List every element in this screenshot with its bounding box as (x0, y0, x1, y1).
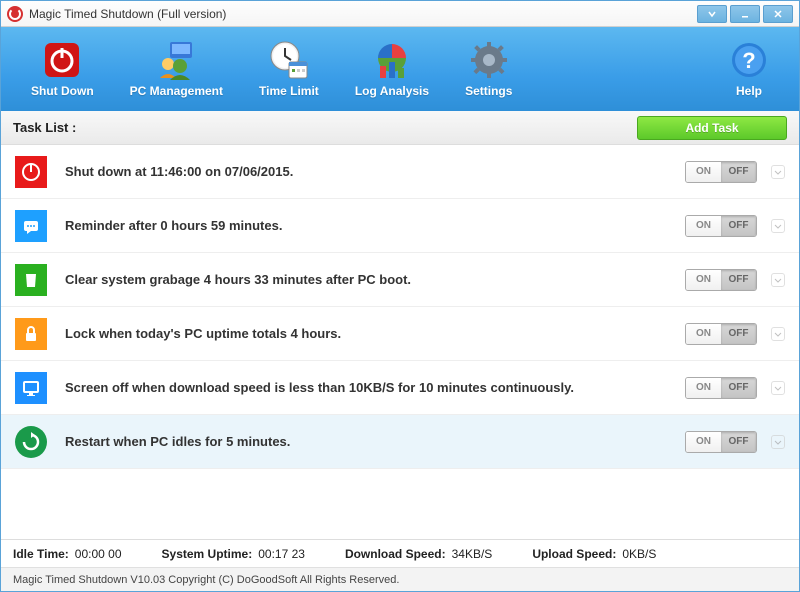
toolbar-pc-management[interactable]: PC Management (112, 36, 241, 102)
window-title: Magic Timed Shutdown (Full version) (29, 7, 226, 21)
toggle-off: OFF (721, 378, 756, 398)
toolbar-help[interactable]: ? Help (711, 36, 787, 102)
help-icon: ? (729, 40, 769, 80)
copyright-text: Magic Timed Shutdown V10.03 Copyright (C… (13, 574, 399, 586)
toolbar-label: Log Analysis (355, 84, 429, 98)
task-icon-shutdown (15, 156, 47, 188)
task-description: Clear system grabage 4 hours 33 minutes … (65, 272, 685, 287)
task-row[interactable]: Restart when PC idles for 5 minutes. ONO… (1, 415, 799, 469)
toolbar-log-analysis[interactable]: Log Analysis (337, 36, 447, 102)
upload-speed-value: 0KB/S (622, 547, 656, 561)
task-description: Shut down at 11:46:00 on 07/06/2015. (65, 164, 685, 179)
task-description: Reminder after 0 hours 59 minutes. (65, 218, 685, 233)
expand-icon[interactable] (771, 165, 785, 179)
status-bar: Idle Time: 00:00 00 System Uptime: 00:17… (1, 539, 799, 567)
toolbar-time-limit[interactable]: Time Limit (241, 36, 337, 102)
task-toggle[interactable]: ONOFF (685, 323, 757, 345)
task-list: Shut down at 11:46:00 on 07/06/2015. ONO… (1, 145, 799, 469)
toolbar-label: Help (736, 84, 762, 98)
users-icon (156, 40, 196, 80)
toggle-off: OFF (721, 324, 756, 344)
dropdown-button[interactable] (697, 5, 727, 23)
task-row[interactable]: Lock when today's PC uptime totals 4 hou… (1, 307, 799, 361)
task-icon-lock (15, 318, 47, 350)
task-toggle[interactable]: ONOFF (685, 215, 757, 237)
expand-icon[interactable] (771, 219, 785, 233)
toggle-on: ON (686, 270, 721, 290)
task-description: Lock when today's PC uptime totals 4 hou… (65, 326, 685, 341)
clock-calendar-icon (269, 40, 309, 80)
task-toggle[interactable]: ONOFF (685, 161, 757, 183)
download-speed-label: Download Speed: (345, 547, 446, 561)
gear-icon (469, 40, 509, 80)
idle-time-label: Idle Time: (13, 547, 69, 561)
task-icon-cleanup (15, 264, 47, 296)
svg-text:?: ? (742, 48, 755, 73)
task-icon-reminder (15, 210, 47, 242)
task-description: Restart when PC idles for 5 minutes. (65, 434, 685, 449)
toggle-on: ON (686, 162, 721, 182)
minimize-button[interactable] (730, 5, 760, 23)
uptime-label: System Uptime: (162, 547, 253, 561)
toggle-off: OFF (721, 216, 756, 236)
expand-icon[interactable] (771, 435, 785, 449)
task-toggle[interactable]: ONOFF (685, 431, 757, 453)
toolbar-shutdown[interactable]: Shut Down (13, 36, 112, 102)
toolbar-label: Shut Down (31, 84, 94, 98)
uptime-value: 00:17 23 (258, 547, 305, 561)
toolbar-label: Settings (465, 84, 512, 98)
task-row[interactable]: Shut down at 11:46:00 on 07/06/2015. ONO… (1, 145, 799, 199)
upload-speed-label: Upload Speed: (532, 547, 616, 561)
download-speed-value: 34KB/S (452, 547, 493, 561)
app-icon (7, 6, 23, 22)
toggle-off: OFF (721, 270, 756, 290)
copyright-bar: Magic Timed Shutdown V10.03 Copyright (C… (1, 567, 799, 591)
close-button[interactable] (763, 5, 793, 23)
expand-icon[interactable] (771, 327, 785, 341)
toggle-on: ON (686, 378, 721, 398)
tasklist-title: Task List : (13, 120, 76, 135)
window-buttons (694, 5, 793, 23)
task-icon-screenoff (15, 372, 47, 404)
add-task-button[interactable]: Add Task (637, 116, 787, 140)
toggle-on: ON (686, 216, 721, 236)
power-icon (42, 40, 82, 80)
chart-icon (372, 40, 412, 80)
titlebar: Magic Timed Shutdown (Full version) (1, 1, 799, 27)
task-toggle[interactable]: ONOFF (685, 377, 757, 399)
task-description: Screen off when download speed is less t… (65, 380, 685, 395)
task-row[interactable]: Clear system grabage 4 hours 33 minutes … (1, 253, 799, 307)
toolbar-settings[interactable]: Settings (447, 36, 530, 102)
tasklist-header: Task List : Add Task (1, 111, 799, 145)
expand-icon[interactable] (771, 273, 785, 287)
task-row[interactable]: Reminder after 0 hours 59 minutes. ONOFF (1, 199, 799, 253)
toggle-on: ON (686, 432, 721, 452)
toggle-off: OFF (721, 162, 756, 182)
main-toolbar: Shut Down PC Management Time Limit Log A… (1, 27, 799, 111)
toolbar-label: PC Management (130, 84, 223, 98)
task-toggle[interactable]: ONOFF (685, 269, 757, 291)
toggle-off: OFF (721, 432, 756, 452)
toggle-on: ON (686, 324, 721, 344)
expand-icon[interactable] (771, 381, 785, 395)
task-row[interactable]: Screen off when download speed is less t… (1, 361, 799, 415)
toolbar-label: Time Limit (259, 84, 319, 98)
idle-time-value: 00:00 00 (75, 547, 122, 561)
task-icon-restart (15, 426, 47, 458)
